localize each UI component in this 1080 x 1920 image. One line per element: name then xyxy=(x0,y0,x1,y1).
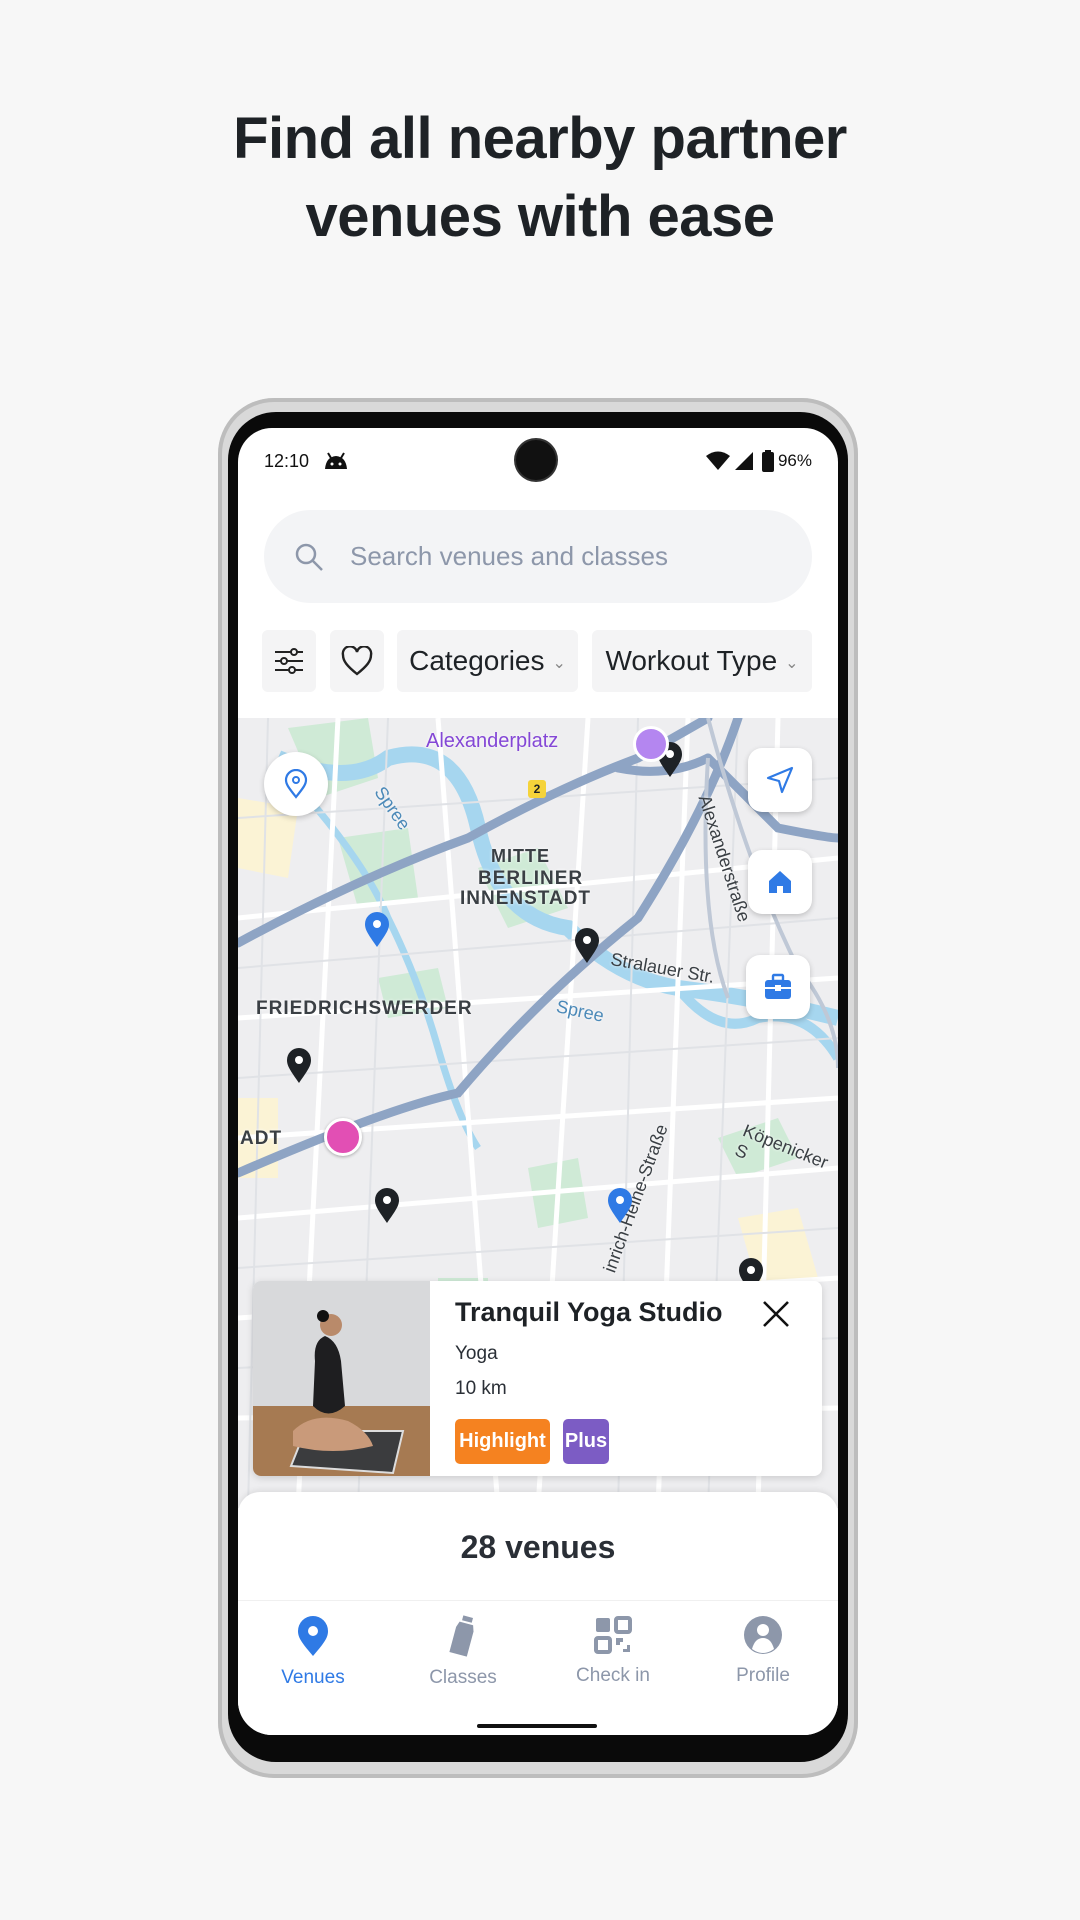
nav-item-classes[interactable]: Classes xyxy=(388,1601,538,1711)
map-label-berliner: BERLINER xyxy=(478,868,584,889)
location-pin-icon xyxy=(298,1616,328,1656)
headline-line-1: Find all nearby partner xyxy=(233,106,847,171)
venue-name: Tranquil Yoga Studio xyxy=(455,1297,723,1327)
venue-marker[interactable] xyxy=(574,928,600,964)
venue-card[interactable]: Tranquil Yoga Studio Yoga 10 km Highligh… xyxy=(253,1281,822,1476)
venue-marker[interactable] xyxy=(286,1048,312,1084)
work-button[interactable] xyxy=(746,955,810,1019)
home-icon xyxy=(769,871,791,893)
navigation-arrow-icon xyxy=(766,766,794,794)
signal-icon xyxy=(734,452,753,470)
venue-count: 28 venues xyxy=(460,1528,616,1565)
chevron-down-icon: ⌄ xyxy=(552,655,566,672)
close-icon[interactable] xyxy=(761,1299,791,1329)
nav-label: Venues xyxy=(281,1667,345,1688)
venue-photo xyxy=(253,1281,430,1476)
map-label-adt: ADT xyxy=(240,1128,283,1149)
highlight-badge: Highlight xyxy=(455,1419,550,1464)
status-time: 12:10 xyxy=(264,450,310,471)
workout-type-dropdown[interactable]: Workout Type ⌄ xyxy=(592,630,812,692)
heart-icon xyxy=(341,646,373,676)
results-sheet[interactable]: 28 venues xyxy=(238,1492,838,1602)
landmark-poi-icon xyxy=(633,726,669,762)
nav-item-venues[interactable]: Venues xyxy=(238,1601,388,1711)
my-location-button[interactable] xyxy=(264,752,328,816)
battery-percent: 96% xyxy=(777,451,812,470)
profile-icon xyxy=(744,1616,782,1654)
headline: Find all nearby partner venues with ease xyxy=(0,100,1080,256)
map-label-innenstadt: INNENSTADT xyxy=(460,888,592,909)
categories-dropdown[interactable]: Categories ⌄ xyxy=(397,630,578,692)
nav-item-check-in[interactable]: Check in xyxy=(538,1601,688,1711)
nav-item-profile[interactable]: Profile xyxy=(688,1601,838,1711)
qr-code-icon xyxy=(594,1616,632,1654)
workout-type-label: Workout Type xyxy=(605,645,778,676)
battery-icon xyxy=(761,450,774,472)
chevron-down-icon: ⌄ xyxy=(785,655,799,672)
venue-marker-selected[interactable] xyxy=(364,912,390,948)
home-button[interactable] xyxy=(748,850,812,914)
nav-label: Check in xyxy=(576,1665,650,1686)
search-input[interactable]: Search venues and classes xyxy=(264,510,812,603)
search-placeholder: Search venues and classes xyxy=(350,541,668,571)
bottom-nav: Venues Classes Check in Profile xyxy=(238,1600,838,1735)
map-label-mitte: MITTE xyxy=(491,846,550,866)
app-screen: 12:10 96% Search venues and classes Cate… xyxy=(238,428,838,1735)
location-pin-icon xyxy=(284,769,308,799)
navigate-button[interactable] xyxy=(748,748,812,812)
map-label-friedrichswerder: FRIEDRICHSWERDER xyxy=(256,998,473,1019)
search-icon xyxy=(295,543,323,571)
route-shield: 2 xyxy=(528,780,546,798)
venue-category: Yoga xyxy=(455,1343,498,1364)
nav-label: Classes xyxy=(429,1667,497,1688)
plus-badge: Plus xyxy=(563,1419,609,1464)
android-icon xyxy=(325,452,348,469)
camera-cutout xyxy=(516,440,556,480)
venue-distance: 10 km xyxy=(455,1378,507,1399)
bottle-icon xyxy=(449,1615,474,1657)
venue-marker[interactable] xyxy=(374,1188,400,1224)
categories-label: Categories xyxy=(409,645,545,676)
map-label-alexanderplatz: Alexanderplatz xyxy=(426,730,559,752)
wifi-icon xyxy=(705,451,730,470)
nav-label: Profile xyxy=(736,1665,790,1686)
hotel-poi-icon xyxy=(324,1118,362,1156)
venue-marker-selected[interactable] xyxy=(607,1188,633,1224)
sliders-icon xyxy=(275,648,303,674)
briefcase-icon xyxy=(765,973,791,999)
filter-button[interactable] xyxy=(262,630,316,692)
home-indicator[interactable] xyxy=(477,1724,597,1728)
headline-line-2: venues with ease xyxy=(305,184,775,249)
favorites-button[interactable] xyxy=(330,630,384,692)
